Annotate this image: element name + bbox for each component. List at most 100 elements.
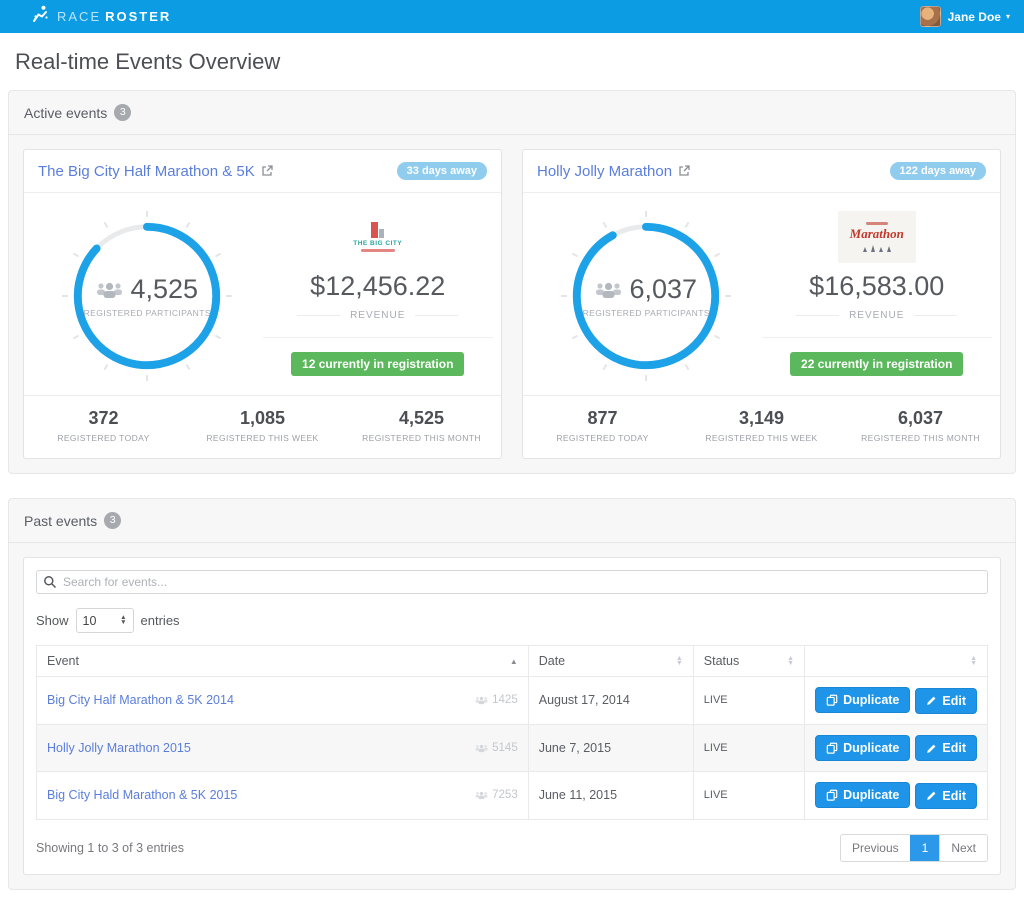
page-title: Real-time Events Overview xyxy=(15,49,1024,75)
duplicate-button[interactable]: Duplicate xyxy=(815,687,910,713)
chevron-down-icon: ▾ xyxy=(1006,12,1010,21)
event-row-link[interactable]: Holly Jolly Marathon 2015 xyxy=(47,741,191,755)
stat-registered-week: 3,149 REGISTERED THIS WEEK xyxy=(682,408,841,443)
event-logo-text: THE BIG CITY xyxy=(353,240,402,247)
active-events-header: Active events 3 xyxy=(9,91,1015,135)
past-events-count-badge: 3 xyxy=(104,512,121,529)
row-date: June 7, 2015 xyxy=(528,724,693,772)
sort-both-icon: ▲▼ xyxy=(676,656,683,666)
row-date: June 11, 2015 xyxy=(528,772,693,820)
participants-donut: 6,037 REGISTERED PARTICIPANTS xyxy=(531,207,762,385)
brand-roster-text: ROSTER xyxy=(105,9,171,24)
search-events xyxy=(36,570,988,594)
participants-donut: 4,525 REGISTERED PARTICIPANTS xyxy=(32,207,263,385)
active-event-cards: The Big City Half Marathon & 5K 33 days … xyxy=(9,135,1015,473)
past-events-header: Past events 3 xyxy=(9,499,1015,543)
status-badge: LIVE xyxy=(693,677,804,725)
event-row-link[interactable]: Big City Hald Marathon & 5K 2015 xyxy=(47,788,237,802)
table-row: Big City Hald Marathon & 5K 2015 7253 Ju… xyxy=(37,772,988,820)
duplicate-button[interactable]: Duplicate xyxy=(815,735,910,761)
entries-select[interactable]: 10 ▲▼ xyxy=(76,608,134,633)
edit-button[interactable]: Edit xyxy=(915,688,977,714)
row-date: August 17, 2014 xyxy=(528,677,693,725)
status-badge: LIVE xyxy=(693,772,804,820)
trees-icon xyxy=(863,245,891,252)
participants-icon xyxy=(475,790,488,800)
active-events-count-badge: 3 xyxy=(114,104,131,121)
event-link[interactable]: Holly Jolly Marathon xyxy=(537,163,690,180)
table-row: Holly Jolly Marathon 2015 5145 June 7, 2… xyxy=(37,724,988,772)
show-label: Show xyxy=(36,613,69,628)
entries-label: entries xyxy=(141,613,180,628)
stat-registered-month: 6,037 REGISTERED THIS MONTH xyxy=(841,408,1000,443)
sort-both-icon: ▲▼ xyxy=(970,656,977,666)
event-card: The Big City Half Marathon & 5K 33 days … xyxy=(23,149,502,459)
duplicate-icon xyxy=(826,789,838,801)
entries-select-value: 10 xyxy=(83,614,97,628)
avatar xyxy=(920,6,941,27)
past-events-title: Past events xyxy=(24,513,97,529)
column-header-status[interactable]: Status▲▼ xyxy=(693,646,804,677)
active-events-panel: Active events 3 The Big City Half Marath… xyxy=(8,90,1016,474)
in-registration-badge: 12 currently in registration xyxy=(291,352,464,376)
past-events-table-card: Show 10 ▲▼ entries Event▲ Date▲▼ Status▲… xyxy=(23,557,1001,875)
revenue-amount: $16,583.00 xyxy=(809,271,944,302)
search-icon xyxy=(43,575,57,594)
pagination-previous[interactable]: Previous xyxy=(841,835,910,861)
search-input[interactable] xyxy=(36,570,988,594)
revenue-amount: $12,456.22 xyxy=(310,271,445,302)
duplicate-icon xyxy=(826,742,838,754)
stat-registered-week: 1,085 REGISTERED THIS WEEK xyxy=(183,408,342,443)
external-link-icon xyxy=(678,165,690,177)
user-menu[interactable]: Jane Doe ▾ xyxy=(920,6,1010,27)
table-row: Big City Half Marathon & 5K 2014 1425 Au… xyxy=(37,677,988,725)
pagination: Previous 1 Next xyxy=(840,834,988,862)
active-events-title: Active events xyxy=(24,105,107,121)
past-events-table: Event▲ Date▲▼ Status▲▼ ▲▼ Big Ci xyxy=(36,645,988,820)
column-header-date[interactable]: Date▲▼ xyxy=(528,646,693,677)
external-link-icon xyxy=(261,165,273,177)
stat-registered-today: 372 REGISTERED TODAY xyxy=(24,408,183,443)
column-header-actions[interactable]: ▲▼ xyxy=(805,646,988,677)
row-participant-count: 7253 xyxy=(475,789,518,801)
stat-registered-today: 877 REGISTERED TODAY xyxy=(523,408,682,443)
pagination-next[interactable]: Next xyxy=(939,835,987,861)
pencil-icon xyxy=(926,695,937,706)
runner-icon xyxy=(30,4,50,29)
participants-icon xyxy=(475,695,488,705)
revenue-label: REVENUE xyxy=(849,310,904,321)
event-link[interactable]: The Big City Half Marathon & 5K xyxy=(38,163,273,180)
event-row-link[interactable]: Big City Half Marathon & 5K 2014 xyxy=(47,693,234,707)
brand-logo[interactable]: RACE ROSTER xyxy=(30,4,171,29)
event-name: Holly Jolly Marathon xyxy=(537,163,672,180)
event-logo: THE BIG CITY xyxy=(353,211,402,263)
brand-race-text: RACE xyxy=(57,9,101,24)
pencil-icon xyxy=(926,743,937,754)
days-away-badge: 33 days away xyxy=(397,162,487,180)
status-badge: LIVE xyxy=(693,724,804,772)
pencil-icon xyxy=(926,790,937,801)
past-events-panel: Past events 3 Show 10 ▲▼ entries xyxy=(8,498,1016,890)
edit-button[interactable]: Edit xyxy=(915,735,977,761)
column-header-event[interactable]: Event▲ xyxy=(37,646,529,677)
row-participant-count: 1425 xyxy=(475,694,518,706)
stat-registered-month: 4,525 REGISTERED THIS MONTH xyxy=(342,408,501,443)
event-logo-text: Marathon xyxy=(850,226,904,242)
days-away-badge: 122 days away xyxy=(890,162,986,180)
in-registration-badge: 22 currently in registration xyxy=(790,352,963,376)
pagination-page-1[interactable]: 1 xyxy=(910,835,940,861)
sort-asc-icon: ▲ xyxy=(510,657,518,666)
sort-both-icon: ▲▼ xyxy=(787,656,794,666)
user-name: Jane Doe xyxy=(948,10,1001,24)
row-participant-count: 5145 xyxy=(475,742,518,754)
top-header: RACE ROSTER Jane Doe ▾ xyxy=(0,0,1024,33)
event-card: Holly Jolly Marathon 122 days away xyxy=(522,149,1001,459)
showing-entries-text: Showing 1 to 3 of 3 entries xyxy=(36,841,184,855)
duplicate-button[interactable]: Duplicate xyxy=(815,782,910,808)
participants-icon xyxy=(475,743,488,753)
event-name: The Big City Half Marathon & 5K xyxy=(38,163,255,180)
event-logo: Marathon xyxy=(838,211,916,263)
edit-button[interactable]: Edit xyxy=(915,783,977,809)
duplicate-icon xyxy=(826,694,838,706)
select-arrows-icon: ▲▼ xyxy=(120,616,126,625)
